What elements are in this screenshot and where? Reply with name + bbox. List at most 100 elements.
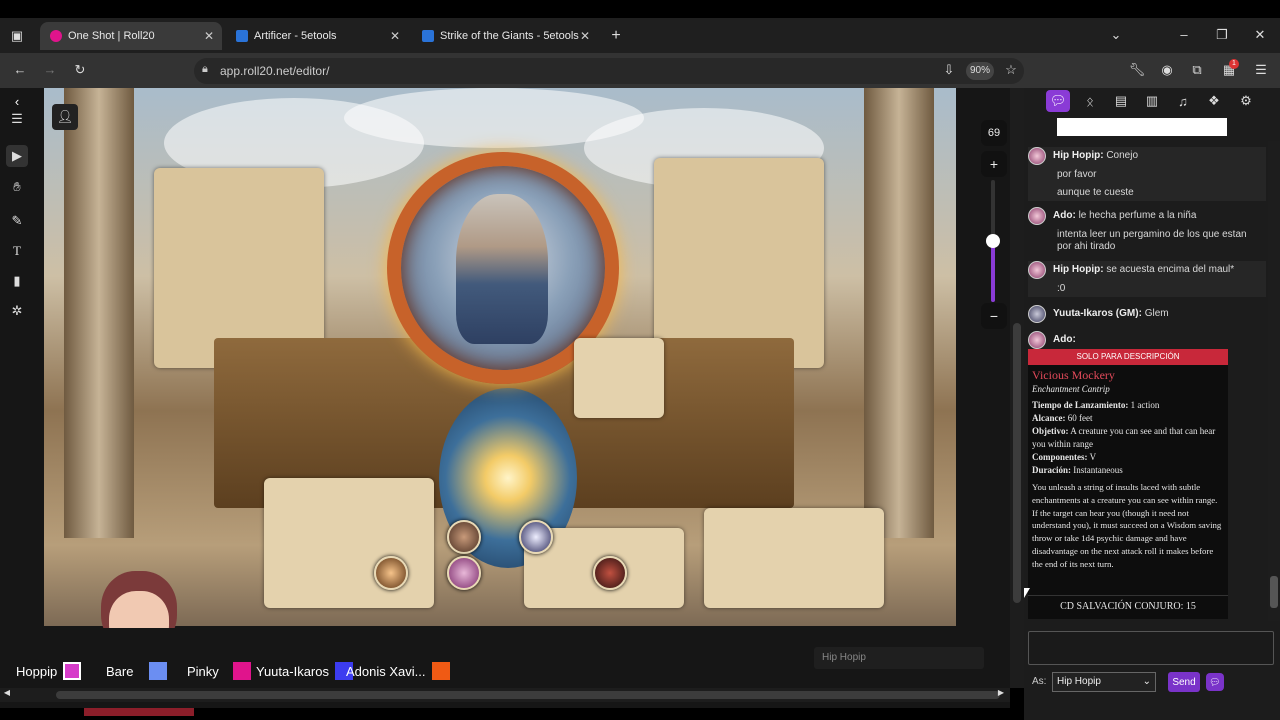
forward-icon[interactable]: →: [40, 62, 60, 77]
zoom-slider-fill: [991, 241, 995, 302]
zoom-in-icon[interactable]: +: [981, 151, 1007, 177]
player-item[interactable]: Pinky: [187, 661, 251, 681]
compendium-tab-icon[interactable]: ▤: [1109, 90, 1133, 112]
parchment: [704, 508, 884, 608]
player-item[interactable]: Yuuta-Ikaros: [256, 661, 353, 681]
chat-sender: Yuuta-Ikaros (GM):: [1053, 308, 1142, 319]
chat-log: Hip Hopip: Conejo por favor aunque te cu…: [1024, 141, 1266, 621]
token[interactable]: [447, 556, 481, 590]
scrollbar-thumb[interactable]: [56, 691, 1000, 699]
avatar: [1028, 305, 1046, 323]
install-icon[interactable]: ⇩: [940, 62, 958, 78]
close-window-icon[interactable]: ✕: [1250, 27, 1270, 43]
chat-sender: Ado:: [1053, 334, 1076, 345]
roll20-toolbar: ‹ ☰ ▶ ✋︎ ✎ T ▮ ✲: [0, 88, 34, 628]
settings-gear-icon[interactable]: ⚙: [1234, 90, 1258, 112]
chat-filter-box[interactable]: [1057, 118, 1227, 136]
chevron-down-icon[interactable]: ⌄: [1106, 27, 1126, 43]
extensions-icon[interactable]: ⧉: [1188, 62, 1206, 78]
avatar: [1028, 147, 1046, 165]
journal-tab-icon[interactable]: ▥: [1140, 90, 1164, 112]
url-text: app.roll20.net/editor/: [220, 64, 330, 78]
game-canvas[interactable]: 👤︎ 69 + −: [34, 88, 1010, 716]
close-icon[interactable]: ✕: [580, 29, 590, 43]
minimize-icon[interactable]: –: [1174, 27, 1194, 42]
plus-icon[interactable]: +: [606, 27, 626, 45]
chat-text: Conejo: [1106, 150, 1139, 161]
chat-text: intenta leer un pergamino de los que est…: [1057, 229, 1247, 240]
typing-indicator: Hip Hopip: [814, 647, 984, 669]
horizontal-scrollbar[interactable]: ◀ ▶: [0, 688, 1010, 702]
chat-input[interactable]: [1028, 631, 1274, 665]
address-bar: ← → ↻ 🔒︎ app.roll20.net/editor/ ⇩ 90% ☆ …: [0, 53, 1280, 88]
chat-message: Ado: le hecha perfume a la niña intenta …: [1028, 207, 1266, 255]
chat-tab-icon[interactable]: 💬︎: [1046, 90, 1070, 112]
chat-message: Ado:: [1028, 331, 1266, 349]
star-icon[interactable]: ☆: [1002, 62, 1020, 78]
collections-tab-icon[interactable]: ❖: [1202, 90, 1226, 112]
tab-strike-giants[interactable]: Strike of the Giants - 5etools ✕: [412, 22, 598, 50]
map-image: [44, 88, 956, 626]
tab-artificer[interactable]: Artificer - 5etools ✕: [226, 22, 408, 50]
token[interactable]: [447, 520, 481, 554]
zoom-out-icon[interactable]: −: [981, 303, 1007, 329]
scroll-left-icon[interactable]: ◀: [2, 688, 12, 697]
spell-name: Vicious Mockery: [1032, 368, 1115, 382]
player-item[interactable]: Hoppip: [16, 661, 82, 681]
pan-tool-icon[interactable]: ✋︎: [6, 176, 28, 198]
close-icon[interactable]: ✕: [204, 29, 214, 43]
chat-message: Hip Hopip: Conejo por favor aunque te cu…: [1028, 147, 1266, 201]
chat-text: aunque te cueste: [1057, 187, 1134, 198]
window-icon[interactable]: ▣: [8, 28, 26, 44]
profile-icon[interactable]: ◉: [1158, 62, 1176, 78]
send-button[interactable]: Send: [1168, 672, 1200, 692]
token[interactable]: [519, 520, 553, 554]
scrollbar-thumb[interactable]: [1013, 323, 1021, 603]
wizard-figure: [456, 194, 548, 344]
avatar: [1028, 331, 1046, 349]
jukebox-tab-icon[interactable]: ♫: [1171, 90, 1195, 112]
player-name: Yuuta-Ikaros: [256, 663, 329, 679]
chat-scrollbar[interactable]: [1268, 141, 1280, 621]
scroll-right-icon[interactable]: ▶: [996, 688, 1006, 697]
character-tab-icon[interactable]: ᛟ: [1078, 90, 1102, 112]
token[interactable]: [374, 556, 408, 590]
zoom-slider-handle[interactable]: [986, 234, 1000, 248]
lock-icon[interactable]: 🔒︎: [202, 63, 208, 76]
speaking-as-value: Hip Hopip: [1057, 676, 1101, 687]
speaking-as-select[interactable]: Hip Hopip ⌄: [1052, 672, 1156, 692]
range: 60 feet: [1067, 413, 1093, 423]
chat-text: le hecha perfume a la niña: [1078, 210, 1197, 221]
token[interactable]: [593, 556, 627, 590]
wrench-icon[interactable]: 🔧︎: [1128, 62, 1146, 78]
emote-icon[interactable]: 💬︎: [1206, 673, 1224, 691]
scrollbar-thumb[interactable]: [1270, 576, 1278, 608]
chat-text: Glem: [1144, 308, 1169, 319]
zoom-value: 69: [981, 120, 1007, 146]
target-label: Objetivo:: [1032, 426, 1069, 436]
url-field[interactable]: 🔒︎ app.roll20.net/editor/: [194, 58, 1024, 84]
cloud: [344, 88, 644, 148]
player-name: Pinky: [187, 663, 219, 679]
restore-icon[interactable]: ❐: [1212, 27, 1232, 43]
close-icon[interactable]: ✕: [390, 29, 400, 43]
player-item[interactable]: Adonis Xavi...: [346, 661, 450, 681]
text-tool-icon[interactable]: T: [6, 240, 28, 262]
chat-message: Yuuta-Ikaros (GM): Glem: [1028, 305, 1266, 325]
reload-icon[interactable]: ↻: [70, 62, 90, 78]
tab-roll20[interactable]: One Shot | Roll20 ✕: [40, 22, 222, 50]
zoom-badge[interactable]: 90%: [966, 62, 994, 80]
speaking-as-row: As: Hip Hopip ⌄ Send 💬︎: [1028, 672, 1278, 694]
select-tool-icon[interactable]: ▶: [6, 145, 28, 167]
zoom-slider[interactable]: [986, 180, 1000, 302]
player-item[interactable]: Bare: [106, 661, 168, 681]
back-icon[interactable]: ←: [10, 62, 30, 77]
layer-tool-icon[interactable]: ▮: [6, 270, 28, 292]
player-icon[interactable]: 👤︎: [52, 104, 78, 130]
draw-tool-icon[interactable]: ✎: [6, 210, 28, 232]
menu-icon[interactable]: ☰: [1252, 62, 1270, 78]
dice-tool-icon[interactable]: ✲: [6, 300, 28, 322]
menu-icon[interactable]: ☰: [6, 108, 28, 130]
vertical-scrollbar[interactable]: [1010, 88, 1024, 688]
player-color-swatch: [431, 662, 450, 680]
